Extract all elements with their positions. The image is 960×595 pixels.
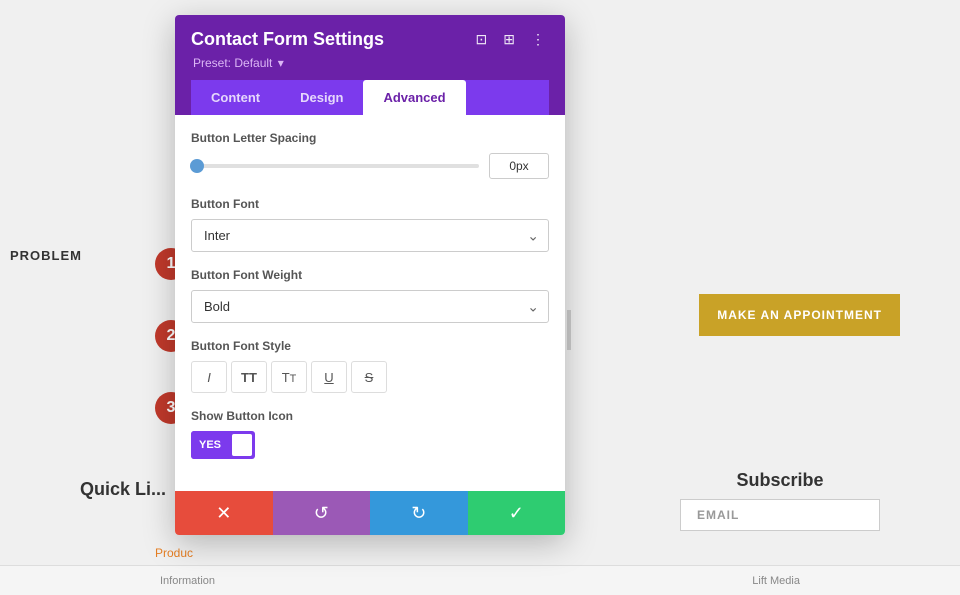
button-font-weight-section: Button Font Weight Thin Light Regular Bo…: [191, 268, 549, 323]
expand-icon: ⊡: [476, 31, 488, 47]
modal-panel: Contact Form Settings ⊡ ⊞ ⋮ Preset: Defa…: [175, 15, 565, 535]
problem-label: PROBLEM: [10, 248, 82, 263]
toggle-knob: [232, 434, 252, 456]
letter-spacing-label: Button Letter Spacing: [191, 131, 549, 145]
modal-body: Button Letter Spacing Button Font Inter …: [175, 115, 565, 491]
tab-advanced[interactable]: Advanced: [363, 80, 465, 115]
font-style-italic-button[interactable]: I: [191, 361, 227, 393]
letter-spacing-input[interactable]: [489, 153, 549, 179]
button-font-select-wrapper: Inter Roboto Open Sans Lato: [191, 219, 549, 252]
font-style-underline-button[interactable]: U: [311, 361, 347, 393]
bottom-right-text: Lift Media: [752, 575, 800, 587]
undo-icon: ↺: [314, 503, 329, 524]
button-font-style-section: Button Font Style I TT TT U S: [191, 339, 549, 393]
letter-spacing-slider-row: [191, 153, 549, 179]
toggle-row: YES: [191, 431, 549, 459]
font-style-strikethrough-button[interactable]: S: [351, 361, 387, 393]
capitalize-icon: TT: [282, 370, 297, 385]
cancel-button[interactable]: ✕: [175, 491, 273, 535]
modal-header-top: Contact Form Settings ⊡ ⊞ ⋮: [191, 29, 549, 50]
info-text-left: Produc: [155, 546, 193, 560]
preset-selector[interactable]: Preset: Default ▾: [191, 56, 549, 70]
redo-button[interactable]: ↻: [370, 491, 468, 535]
button-font-label: Button Font: [191, 197, 549, 211]
underline-icon: U: [324, 370, 333, 385]
modal-title: Contact Form Settings: [191, 29, 384, 50]
save-button[interactable]: ✓: [468, 491, 566, 535]
slider-thumb[interactable]: [190, 159, 204, 173]
button-font-weight-select[interactable]: Thin Light Regular Bold Extra Bold: [191, 290, 549, 323]
button-font-weight-label: Button Font Weight: [191, 268, 549, 282]
tab-content[interactable]: Content: [191, 80, 280, 115]
letter-spacing-track[interactable]: [191, 164, 479, 168]
subscribe-section: Subscribe EMAIL: [680, 470, 880, 531]
button-font-section: Button Font Inter Roboto Open Sans Lato: [191, 197, 549, 252]
modal-footer: ✕ ↺ ↻ ✓: [175, 491, 565, 535]
more-options-button[interactable]: ⋮: [527, 29, 549, 50]
italic-icon: I: [207, 370, 211, 385]
expand-icon-button[interactable]: ⊡: [472, 29, 492, 50]
layout-icon-button[interactable]: ⊞: [499, 29, 519, 50]
modal-tabs: Content Design Advanced: [191, 80, 549, 115]
appointment-button[interactable]: MAKE AN APPOINTMENT: [699, 294, 900, 336]
save-icon: ✓: [509, 503, 524, 524]
modal-header-icons: ⊡ ⊞ ⋮: [472, 29, 549, 50]
layout-icon: ⊞: [503, 31, 515, 47]
tab-design[interactable]: Design: [280, 80, 363, 115]
preset-arrow: ▾: [278, 56, 284, 70]
strikethrough-icon: S: [365, 370, 374, 385]
button-font-weight-select-wrapper: Thin Light Regular Bold Extra Bold: [191, 290, 549, 323]
subscribe-title: Subscribe: [680, 470, 880, 491]
show-button-icon-label: Show Button Icon: [191, 409, 549, 423]
letter-spacing-section: Button Letter Spacing: [191, 131, 549, 179]
font-style-capitalize-button[interactable]: TT: [271, 361, 307, 393]
vertical-divider: [567, 310, 571, 350]
font-style-buttons: I TT TT U S: [191, 361, 549, 393]
modal-header: Contact Form Settings ⊡ ⊞ ⋮ Preset: Defa…: [175, 15, 565, 115]
button-font-select[interactable]: Inter Roboto Open Sans Lato: [191, 219, 549, 252]
quick-links-label: Quick Li...: [80, 479, 166, 500]
more-icon: ⋮: [531, 31, 545, 47]
button-font-style-label: Button Font Style: [191, 339, 549, 353]
redo-icon: ↻: [411, 503, 426, 524]
bottom-left-text: Information: [160, 575, 215, 587]
toggle-yes-label: YES: [191, 431, 229, 459]
undo-button[interactable]: ↺: [273, 491, 371, 535]
cancel-icon: ✕: [216, 503, 231, 524]
toggle-switch[interactable]: YES: [191, 431, 255, 459]
font-style-uppercase-button[interactable]: TT: [231, 361, 267, 393]
email-input[interactable]: EMAIL: [680, 499, 880, 531]
show-button-icon-section: Show Button Icon YES: [191, 409, 549, 459]
uppercase-icon: TT: [241, 370, 257, 385]
bottom-bar: Information Lift Media: [0, 565, 960, 595]
